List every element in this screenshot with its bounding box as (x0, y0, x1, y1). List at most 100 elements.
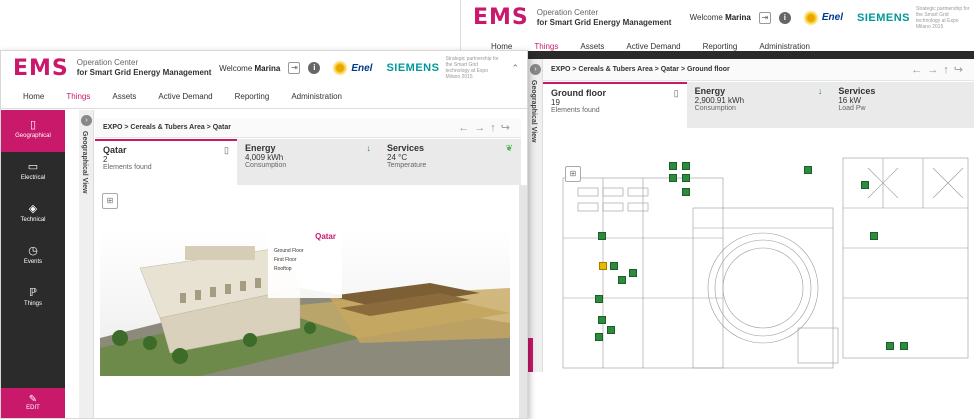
nav-administration[interactable]: Administration (291, 92, 342, 101)
device-marker[interactable] (629, 269, 637, 277)
enel-logo: Enel (802, 9, 843, 26)
device-marker[interactable] (804, 166, 812, 174)
popup-item-ground-floor[interactable]: Ground Floor (274, 247, 336, 256)
layers-icon: ◈ (28, 203, 38, 215)
building-popup: Qatar Ground Floor First Floor Rooftop (268, 228, 342, 298)
device-marker[interactable] (595, 295, 603, 303)
nav-things[interactable]: Things (66, 92, 90, 101)
kpi-row: Qatar 2 Elements found ▯ Energy 4,009 kW… (95, 139, 521, 185)
device-marker[interactable] (886, 342, 894, 350)
geo-side-strip-back: › Geographical View (528, 59, 543, 372)
operation-center-title: Operation Center for Smart Grid Energy M… (76, 58, 212, 77)
breadcrumb: EXPO > Cereals & Tubers Area > Qatar ←→↑… (95, 118, 521, 138)
popup-item-rooftop[interactable]: Rooftop (274, 265, 336, 274)
user-name: Marina (725, 13, 751, 22)
kpi-row-back: Ground floor 19 Elements found ▯ Energy … (543, 82, 974, 128)
operation-center-title: Operation Center for Smart Grid Energy M… (536, 7, 672, 27)
pencil-icon: ✎ (28, 394, 38, 405)
ems-logo: EMS (473, 5, 529, 30)
device-marker[interactable] (682, 162, 690, 170)
partnership-text: Strategic partnership for the Smart Grid… (916, 5, 970, 30)
map-icon: ▯ (673, 88, 679, 98)
collapse-header-icon[interactable]: ⌃ (511, 63, 519, 74)
nav-assets[interactable]: Assets (580, 42, 604, 51)
main-nav: Home Things Assets Active Demand Reporti… (1, 85, 527, 109)
nav-arrows[interactable]: ←→↑↪ (458, 121, 521, 134)
sidebar-item-events[interactable]: ◷ Events (1, 236, 65, 278)
nav-arrows[interactable]: ←→↑↪ (911, 63, 974, 76)
device-marker-warning[interactable] (599, 262, 607, 270)
sidebar-item-technical[interactable]: ◈ Technical (1, 194, 65, 236)
device-marker[interactable] (669, 174, 677, 182)
arrow-down-icon: ↓ (366, 143, 372, 153)
enel-logo: Enel (332, 60, 372, 76)
nav-assets[interactable]: Assets (112, 92, 136, 101)
siemens-logo: SIEMENS (856, 11, 910, 24)
info-icon[interactable]: i (778, 11, 791, 24)
grid-toggle-icon[interactable]: ⊞ (102, 193, 118, 209)
breadcrumb-back: EXPO > Cereals & Tubers Area > Qatar > G… (543, 59, 974, 81)
nav-active-demand[interactable]: Active Demand (158, 92, 212, 101)
building-3d-view[interactable]: Qatar Ground Floor First Floor Rooftop (100, 228, 510, 376)
header: EMS Operation Center for Smart Grid Ener… (461, 0, 974, 35)
kpi-energy[interactable]: Energy 4,009 kWh Consumption ↓ (237, 139, 379, 185)
device-marker[interactable] (669, 162, 677, 170)
partnership-text: Strategic partnership for the Smart Grid… (445, 56, 499, 80)
kpi-energy[interactable]: Energy 2,900.91 kWh Consumption ↓ (686, 82, 831, 128)
device-marker[interactable] (861, 181, 869, 189)
kpi-services[interactable]: Services 24 °C Temperature ❦ (379, 139, 521, 185)
device-marker[interactable] (900, 342, 908, 350)
grid-toggle-icon[interactable]: ⊞ (565, 166, 581, 182)
clock-icon: ◷ (28, 245, 38, 257)
welcome-text: Welcome Marina (689, 13, 751, 22)
floor-plan[interactable]: ⊞ (543, 148, 974, 372)
enel-sun-icon (802, 9, 819, 26)
kpi-services[interactable]: Services 16 kW Load Pw (830, 82, 974, 128)
nav-reporting[interactable]: Reporting (703, 42, 738, 51)
device-marker[interactable] (682, 188, 690, 196)
sidebar-item-things[interactable]: ℙ Things (1, 278, 65, 320)
device-marker[interactable] (598, 316, 606, 324)
device-marker[interactable] (610, 262, 618, 270)
device-marker[interactable] (618, 276, 626, 284)
ems-logo: EMS (13, 55, 69, 81)
siemens-logo: SIEMENS (386, 62, 440, 74)
sidebar: ▯ Geographical ▭ Electrical ◈ Technical … (1, 110, 65, 418)
device-marker[interactable] (595, 333, 603, 341)
kpi-qatar[interactable]: Qatar 2 Elements found ▯ (95, 139, 237, 185)
logout-icon[interactable]: ⇥ (288, 62, 301, 74)
geo-view-label: Geographical View (530, 80, 537, 143)
enel-sun-icon (332, 60, 349, 76)
sidebar-item-geographical[interactable]: ▯ Geographical (1, 110, 65, 152)
geo-view-label: Geographical View (81, 131, 88, 194)
kpi-ground-floor[interactable]: Ground floor 19 Elements found ▯ (543, 82, 687, 128)
popup-item-first-floor[interactable]: First Floor (274, 256, 336, 265)
map-icon: ▯ (29, 119, 37, 131)
collapse-button[interactable]: › (530, 64, 541, 75)
nav-things[interactable]: Things (534, 42, 558, 51)
info-icon[interactable]: i (308, 62, 321, 74)
nav-reporting[interactable]: Reporting (235, 92, 270, 101)
edit-button[interactable]: ✎ EDIT (1, 388, 65, 418)
welcome-text: Welcome Marina (219, 63, 281, 73)
floor-plan-drawing (562, 157, 969, 369)
device-marker[interactable] (598, 232, 606, 240)
header: EMS Operation Center for Smart Grid Ener… (1, 51, 527, 85)
nav-home[interactable]: Home (23, 92, 44, 101)
scrollbar[interactable] (519, 185, 527, 418)
sidebar-item-electrical[interactable]: ▭ Electrical (1, 152, 65, 194)
geo-side-strip: › Geographical View (79, 110, 94, 418)
nav-administration[interactable]: Administration (759, 42, 810, 51)
device-marker[interactable] (682, 174, 690, 182)
collapse-button[interactable]: › (81, 115, 92, 126)
top-dark-band (527, 51, 974, 59)
arrow-down-icon: ↓ (817, 86, 823, 96)
logout-icon[interactable]: ⇥ (758, 11, 771, 24)
device-marker[interactable] (607, 326, 615, 334)
plug-icon: ℙ (29, 287, 37, 299)
device-marker[interactable] (870, 232, 878, 240)
nav-active-demand[interactable]: Active Demand (626, 42, 680, 51)
map-icon: ▯ (224, 145, 229, 155)
user-name: Marina (254, 63, 281, 73)
leaf-icon: ❦ (505, 143, 513, 153)
